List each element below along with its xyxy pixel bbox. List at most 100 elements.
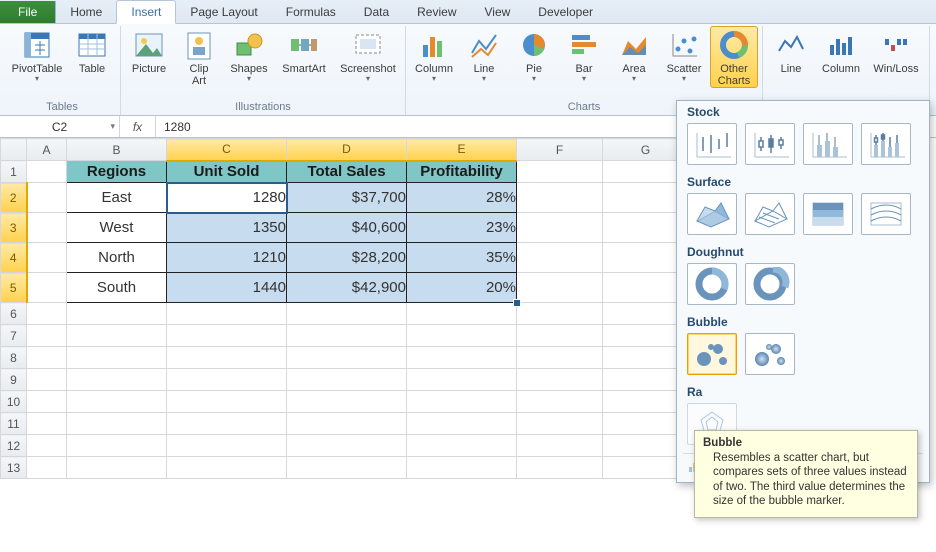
cell-E3[interactable]: 23% [407,213,517,243]
stock-chart-thumb-2[interactable] [745,123,795,165]
scatter-chart-button[interactable]: Scatter ▾ [660,26,708,84]
cell-E11[interactable] [407,413,517,435]
cell-F5[interactable] [517,273,603,303]
cell-A13[interactable] [27,457,67,479]
cell-B12[interactable] [67,435,167,457]
cell-B5[interactable]: South [67,273,167,303]
tab-page-layout[interactable]: Page Layout [176,1,271,23]
area-chart-button[interactable]: Area ▾ [610,26,658,84]
cell-C8[interactable] [167,347,287,369]
cell-D2[interactable]: $37,700 [287,183,407,213]
cell-B3[interactable]: West [67,213,167,243]
cell-D11[interactable] [287,413,407,435]
stock-chart-thumb-4[interactable] [861,123,911,165]
cell-B6[interactable] [67,303,167,325]
sparkline-winloss-button[interactable]: Win/Loss [867,26,925,76]
cell-A9[interactable] [27,369,67,391]
row-header-6[interactable]: 6 [1,303,27,325]
cell-E13[interactable] [407,457,517,479]
cell-B8[interactable] [67,347,167,369]
cell-B2[interactable]: East [67,183,167,213]
column-header-A[interactable]: A [27,139,67,161]
cell-F3[interactable] [517,213,603,243]
cell-D9[interactable] [287,369,407,391]
cell-A2[interactable] [27,183,67,213]
tab-home[interactable]: Home [56,1,116,23]
row-header-8[interactable]: 8 [1,347,27,369]
cell-C7[interactable] [167,325,287,347]
selection-handle[interactable] [513,299,521,307]
cell-E5[interactable]: 20% [407,273,517,303]
cell-F9[interactable] [517,369,603,391]
row-header-5[interactable]: 5 [1,273,27,303]
surface-chart-thumb-3[interactable] [803,193,853,235]
row-header-10[interactable]: 10 [1,391,27,413]
cell-B7[interactable] [67,325,167,347]
other-charts-button[interactable]: Other Charts [710,26,758,88]
select-all-corner[interactable] [1,139,27,161]
cell-B11[interactable] [67,413,167,435]
cell-F1[interactable] [517,161,603,183]
row-header-1[interactable]: 1 [1,161,27,183]
cell-E6[interactable] [407,303,517,325]
cell-A3[interactable] [27,213,67,243]
column-header-C[interactable]: C [167,139,287,161]
column-header-F[interactable]: F [517,139,603,161]
row-header-12[interactable]: 12 [1,435,27,457]
column-header-E[interactable]: E [407,139,517,161]
sparkline-column-button[interactable]: Column [817,26,865,76]
column-chart-button[interactable]: Column ▾ [410,26,458,84]
line-chart-button[interactable]: Line ▾ [460,26,508,84]
cell-E12[interactable] [407,435,517,457]
surface-chart-thumb-4[interactable] [861,193,911,235]
cell-D7[interactable] [287,325,407,347]
cell-A1[interactable] [27,161,67,183]
cell-A12[interactable] [27,435,67,457]
cell-C6[interactable] [167,303,287,325]
row-header-13[interactable]: 13 [1,457,27,479]
cell-E10[interactable] [407,391,517,413]
cell-C3[interactable]: 1350 [167,213,287,243]
row-header-9[interactable]: 9 [1,369,27,391]
cell-E9[interactable] [407,369,517,391]
cell-A6[interactable] [27,303,67,325]
cell-C12[interactable] [167,435,287,457]
tab-insert[interactable]: Insert [116,0,176,24]
cell-B9[interactable] [67,369,167,391]
doughnut-chart-thumb-1[interactable] [687,263,737,305]
tab-developer[interactable]: Developer [524,1,607,23]
cell-D5[interactable]: $42,900 [287,273,407,303]
tab-file[interactable]: File [0,1,56,23]
row-header-4[interactable]: 4 [1,243,27,273]
cell-D3[interactable]: $40,600 [287,213,407,243]
cell-C2[interactable]: 1280 [167,183,287,213]
smartart-button[interactable]: SmartArt [275,26,333,76]
cell-D10[interactable] [287,391,407,413]
cell-F8[interactable] [517,347,603,369]
cell-C4[interactable]: 1210 [167,243,287,273]
cell-D6[interactable] [287,303,407,325]
cell-D12[interactable] [287,435,407,457]
tab-data[interactable]: Data [350,1,403,23]
stock-chart-thumb-3[interactable] [803,123,853,165]
cell-C9[interactable] [167,369,287,391]
cell-C5[interactable]: 1440 [167,273,287,303]
cell-D1[interactable]: Total Sales [287,161,407,183]
bar-chart-button[interactable]: Bar ▾ [560,26,608,84]
cell-A11[interactable] [27,413,67,435]
sparkline-line-button[interactable]: Line [767,26,815,76]
cell-E8[interactable] [407,347,517,369]
cell-E7[interactable] [407,325,517,347]
shapes-button[interactable]: Shapes ▾ [225,26,273,84]
doughnut-chart-thumb-2[interactable] [745,263,795,305]
cell-E4[interactable]: 35% [407,243,517,273]
cell-F13[interactable] [517,457,603,479]
cell-E2[interactable]: 28% [407,183,517,213]
cell-B4[interactable]: North [67,243,167,273]
cell-A8[interactable] [27,347,67,369]
name-box[interactable]: C2 ▾ [0,116,120,137]
cell-E1[interactable]: Profitability [407,161,517,183]
tab-view[interactable]: View [471,1,525,23]
tab-review[interactable]: Review [403,1,470,23]
cell-A4[interactable] [27,243,67,273]
